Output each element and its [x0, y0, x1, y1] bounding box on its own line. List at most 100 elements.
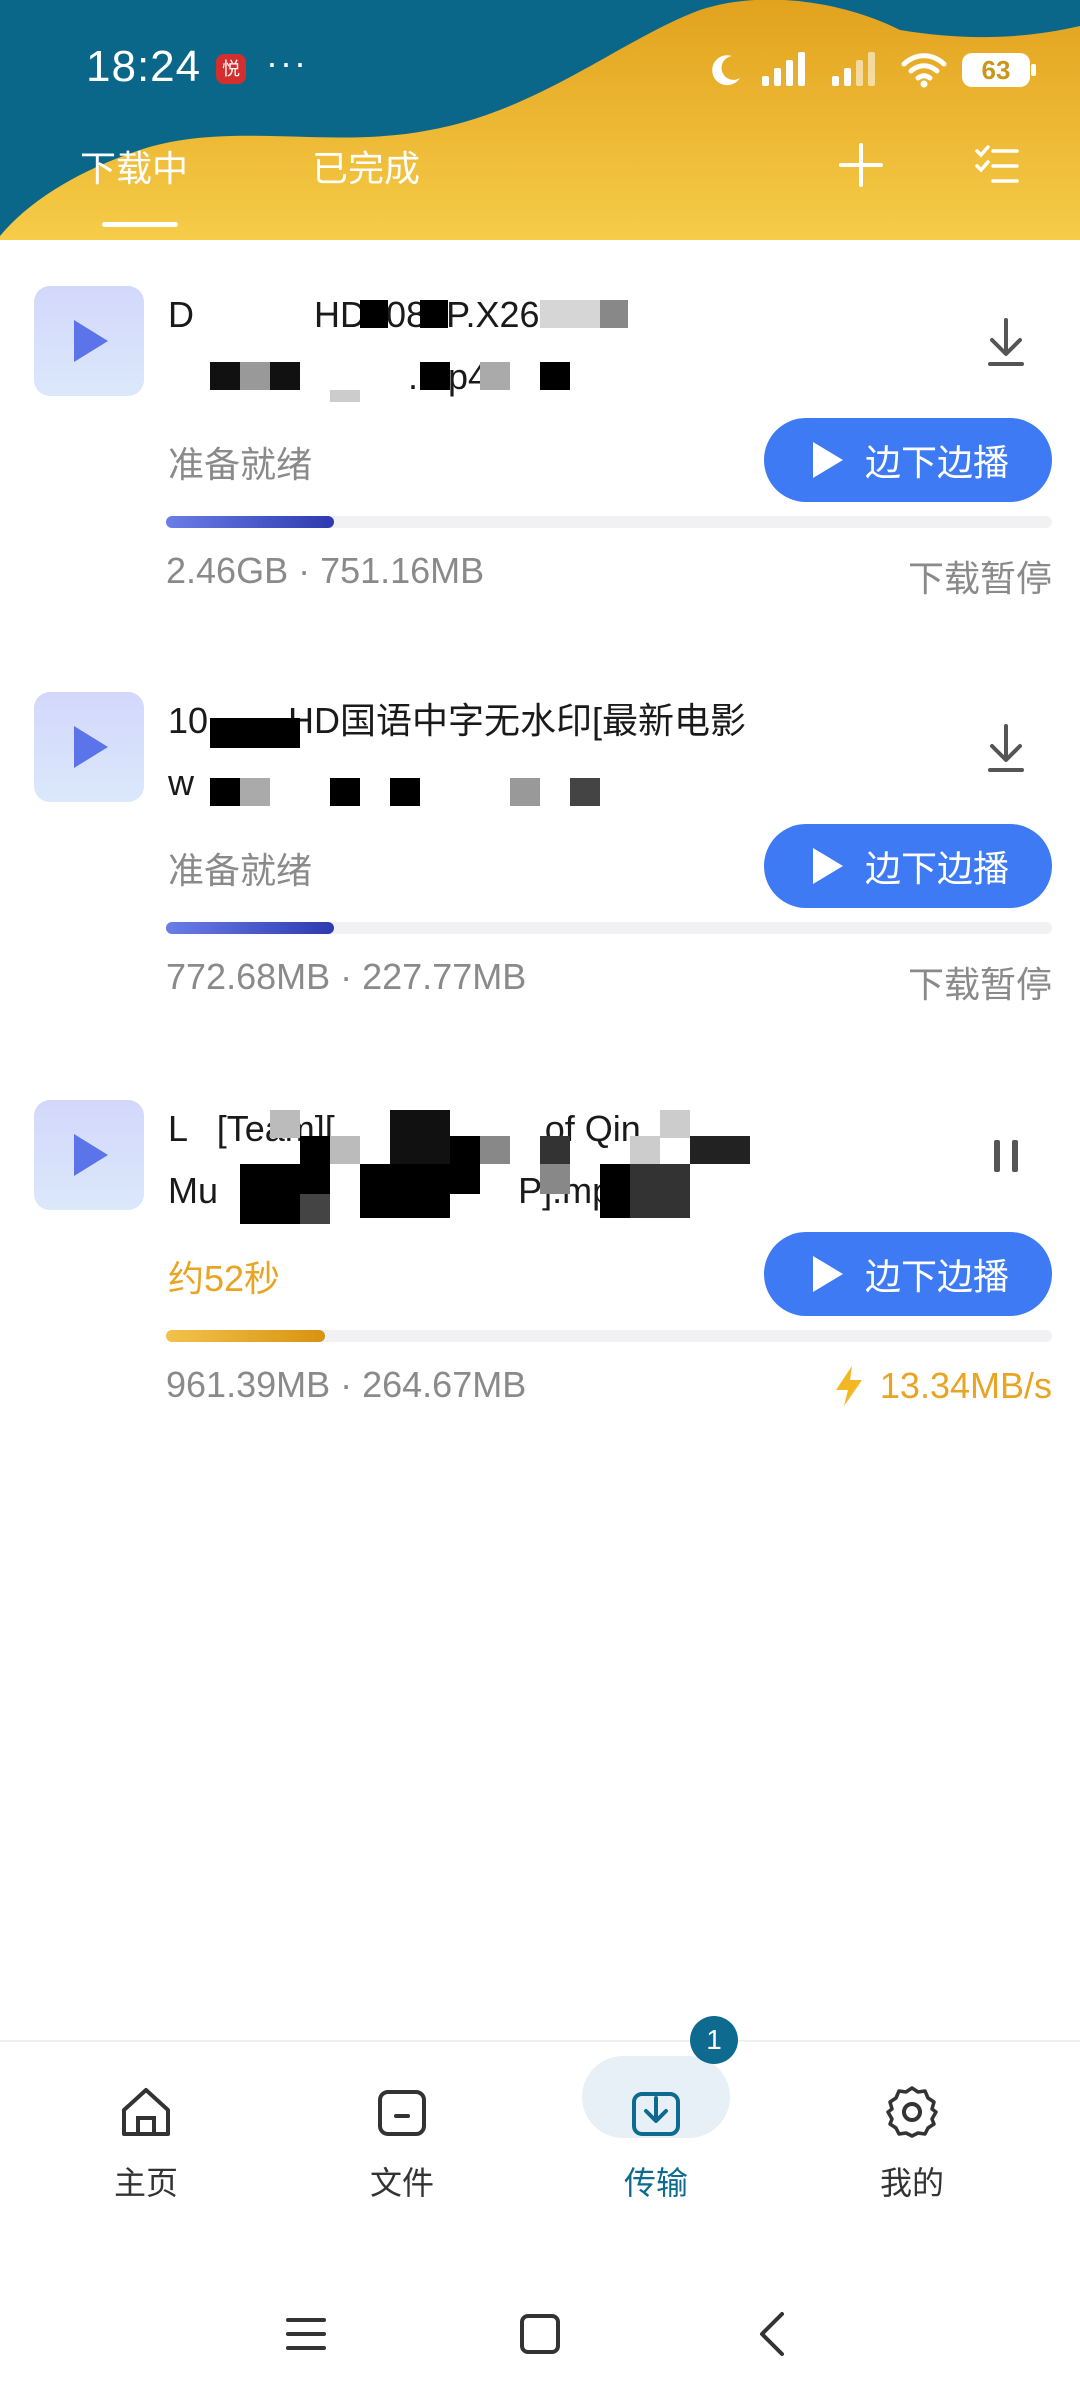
- folder-icon: [372, 2082, 432, 2142]
- redaction-block: [270, 1110, 300, 1138]
- stream-play-button[interactable]: 边下边播: [764, 824, 1052, 908]
- redaction-block: [540, 300, 600, 328]
- nav-transfer[interactable]: 1 传输: [566, 2016, 746, 2222]
- wifi-icon: [901, 53, 947, 88]
- square-icon: [520, 2314, 560, 2354]
- header: 18:24 悦 ··· 63 下载中 已完成: [0, 0, 1080, 240]
- bottom-navigation: 主页 文件 1 传输 我的: [0, 2016, 1080, 2240]
- nav-mine[interactable]: 我的: [822, 2082, 1002, 2222]
- stream-play-label: 边下边播: [864, 848, 1009, 889]
- status-time: 18:24: [86, 42, 202, 91]
- file-sizes: 772.68MB · 227.77MB: [166, 956, 527, 997]
- play-icon: [74, 1134, 108, 1176]
- progress-bar: [166, 516, 1052, 528]
- add-button[interactable]: [826, 130, 896, 200]
- nav-home-label: 主页: [113, 2165, 178, 2201]
- redaction-block: [540, 1164, 570, 1194]
- remaining-time: 约52秒: [168, 1258, 281, 1299]
- download-button[interactable]: [976, 718, 1036, 778]
- redaction-block: [330, 778, 360, 806]
- play-icon: [74, 726, 108, 768]
- nav-files[interactable]: 文件: [312, 2082, 492, 2222]
- gear-icon: [882, 2082, 942, 2142]
- file-sizes: 2.46GB · 751.16MB: [166, 550, 485, 591]
- redaction-block: [540, 362, 570, 390]
- tab-bar: 下载中 已完成: [0, 130, 1080, 230]
- signal-icon: [762, 52, 805, 86]
- download-speed-text: 13.34MB/s: [879, 1365, 1052, 1406]
- home-icon: [116, 2082, 176, 2142]
- download-status-text: 下载暂停: [907, 558, 1052, 599]
- home-system-button[interactable]: [510, 2304, 570, 2364]
- video-thumbnail[interactable]: [34, 692, 144, 802]
- redaction-block: [450, 1164, 480, 1194]
- redaction-block: [210, 718, 300, 748]
- pause-icon: [994, 1140, 1018, 1172]
- status-bar: 18:24 悦 ··· 63: [0, 40, 1080, 100]
- nav-files-label: 文件: [369, 2165, 434, 2201]
- redaction-block: [240, 362, 270, 390]
- tab-completed[interactable]: 已完成: [312, 140, 420, 192]
- redaction-block: [540, 1136, 570, 1164]
- download-icon: [988, 724, 1024, 772]
- redaction-block: [660, 1110, 690, 1138]
- pause-button[interactable]: [976, 1126, 1036, 1186]
- back-chevron-icon: [760, 2312, 784, 2356]
- redaction-block: [690, 1136, 750, 1164]
- redaction-block: [330, 1136, 360, 1164]
- play-icon: [812, 848, 843, 884]
- download-status-text: 下载暂停: [907, 964, 1052, 1005]
- redaction-block: [240, 778, 270, 806]
- redaction-block: [480, 362, 510, 390]
- file-sizes: 961.39MB · 264.67MB: [166, 1364, 527, 1405]
- play-icon: [74, 320, 108, 362]
- download-speed: 13.34MB/s: [832, 1364, 1052, 1408]
- download-button[interactable]: [976, 312, 1036, 372]
- menu-icon: [286, 2318, 326, 2350]
- redaction-block: [630, 1164, 690, 1218]
- battery-indicator: 63: [962, 53, 1036, 87]
- lightning-icon: [835, 1366, 862, 1406]
- download-state: 准备就绪: [168, 444, 313, 485]
- download-status: 下载暂停: [908, 550, 1052, 602]
- progress-bar: [166, 922, 1052, 934]
- download-tray-icon: [626, 2082, 686, 2142]
- stream-play-button[interactable]: 边下边播: [764, 418, 1052, 502]
- redaction-block: [390, 778, 420, 806]
- redaction-block: [360, 300, 388, 328]
- tab-downloading[interactable]: 下载中: [80, 140, 188, 192]
- video-thumbnail[interactable]: [34, 1100, 144, 1210]
- system-navigation-bar: [0, 2280, 1080, 2400]
- nav-home[interactable]: 主页: [56, 2082, 236, 2222]
- nav-mine-label: 我的: [879, 2165, 944, 2201]
- redaction-block: [420, 300, 448, 328]
- batch-edit-button[interactable]: [962, 130, 1032, 200]
- progress-fill: [166, 922, 335, 934]
- transfer-count-badge: 1: [690, 2016, 738, 2064]
- play-icon: [812, 1256, 843, 1292]
- redaction-block: [600, 1164, 630, 1218]
- status-icons: 63: [706, 48, 1036, 92]
- stream-play-button[interactable]: 边下边播: [764, 1232, 1052, 1316]
- recents-button[interactable]: [276, 2304, 336, 2364]
- progress-fill: [166, 516, 335, 528]
- video-thumbnail[interactable]: [34, 286, 144, 396]
- download-item[interactable]: D HD1080P.X264. .mp4 准备就绪 边下边播 2.46GB · …: [0, 286, 1080, 686]
- file-title: 10 .HD国语中字无水印[最新电影 w: [168, 700, 747, 803]
- download-item[interactable]: L [Team][ of Qin Mu P].mp4 约52秒 边下边播 9: [0, 1100, 1080, 1500]
- redaction-block: [420, 362, 450, 390]
- download-icon: [988, 318, 1024, 366]
- stream-play-label: 边下边播: [864, 442, 1009, 483]
- active-tab-indicator: [102, 222, 178, 227]
- app-notification-icon: 悦: [216, 54, 246, 84]
- redaction-block: [510, 778, 540, 806]
- nav-transfer-label: 传输: [623, 2165, 688, 2201]
- plus-icon: [839, 143, 883, 187]
- redaction-block: [600, 300, 628, 328]
- progress-fill: [166, 1330, 326, 1342]
- download-state: 准备就绪: [168, 850, 313, 891]
- redaction-block: [480, 1136, 510, 1164]
- redaction-block: [390, 1110, 450, 1164]
- download-item[interactable]: 10 .HD国语中字无水印[最新电影 w 准备就绪 边下边播 772.68MB …: [0, 692, 1080, 1092]
- back-button[interactable]: [744, 2304, 804, 2364]
